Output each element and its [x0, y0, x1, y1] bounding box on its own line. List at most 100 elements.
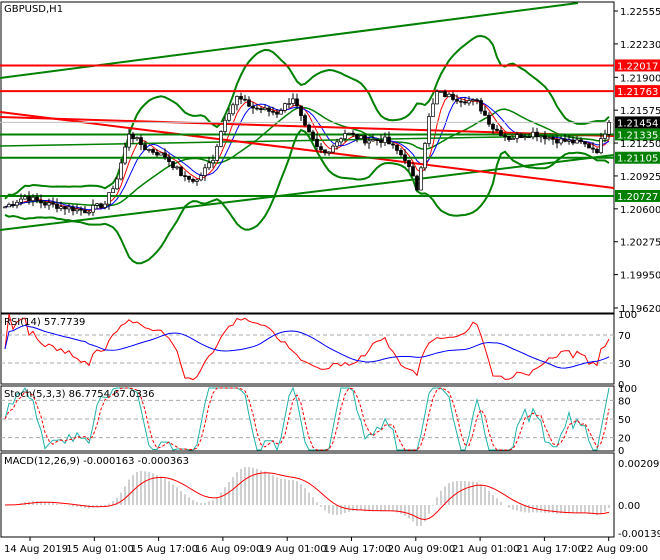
- candle-body: [387, 136, 391, 145]
- trading-chart[interactable]: 1.22017 1.21763 1.21454 1.21335 1.21105 1.207…: [0, 0, 660, 560]
- candle-body: [519, 134, 523, 139]
- candle-body: [223, 119, 227, 132]
- candle-body: [339, 138, 343, 143]
- candle-body: [459, 100, 463, 103]
- candle-body: [411, 166, 415, 177]
- candle-body: [579, 139, 583, 143]
- candle-body: [335, 141, 339, 147]
- candle-body: [263, 107, 267, 111]
- rsi-line: [4, 313, 610, 381]
- candle-body: [319, 146, 323, 151]
- candle-body: [283, 103, 287, 111]
- candle-body: [343, 133, 347, 140]
- candle-body: [171, 161, 175, 169]
- candle-body: [595, 148, 599, 154]
- candle-body: [415, 175, 419, 191]
- candle-body: [271, 110, 275, 113]
- candle-body: [427, 116, 431, 144]
- candle-body: [159, 152, 163, 156]
- candle-body: [267, 107, 271, 112]
- candle-body: [15, 201, 19, 206]
- candle-body: [539, 135, 543, 138]
- candle-body: [123, 146, 127, 164]
- time-label: 20 Aug 09:00: [388, 544, 455, 555]
- candle-body: [51, 202, 55, 205]
- chart-canvas[interactable]: 1.220171.217631.214541.213351.211051.207…: [0, 0, 660, 560]
- candle-body: [207, 162, 211, 169]
- candle-body: [515, 134, 519, 139]
- candle-body: [295, 98, 299, 107]
- price-tick-label: 1.22555: [620, 7, 660, 18]
- candle-body: [443, 91, 447, 97]
- rsi-tick: 70: [618, 331, 631, 342]
- candle-body: [451, 93, 455, 100]
- candle-body: [119, 162, 123, 180]
- candle-body: [3, 206, 7, 209]
- candle-body: [355, 133, 359, 139]
- candle-body: [219, 131, 223, 147]
- candle-body: [131, 133, 135, 140]
- candle-body: [47, 202, 51, 206]
- candle-body: [399, 150, 403, 156]
- candle-body: [327, 151, 331, 154]
- candle-body: [315, 138, 319, 147]
- candle-body: [583, 141, 587, 145]
- candle-body: [331, 145, 335, 153]
- stoch-label: Stoch(5,3,3) 86.7754 67.0336: [4, 389, 155, 400]
- candle-body: [407, 160, 411, 167]
- candle-body: [227, 113, 231, 121]
- candle-body: [603, 133, 607, 139]
- candle-body: [563, 138, 567, 142]
- candle-body: [103, 203, 107, 208]
- time-label: 16 Aug 09:00: [195, 544, 262, 555]
- candle-body: [19, 198, 23, 203]
- time-label: 19 Aug 01:00: [259, 544, 326, 555]
- macd-label: MACD(12,26,9) -0.000163 -0.000363: [4, 456, 189, 467]
- candle-body: [191, 178, 195, 182]
- candle-body: [175, 166, 179, 169]
- stoch-tick: 50: [618, 415, 631, 426]
- candle-body: [279, 110, 283, 115]
- time-label: 22 Aug 09:00: [581, 544, 648, 555]
- candle-body: [259, 108, 263, 111]
- candle-body: [79, 208, 83, 211]
- candle-body: [115, 178, 119, 190]
- candle-body: [455, 99, 459, 102]
- candle-body: [347, 132, 351, 135]
- time-label: 21 Aug 01:00: [452, 544, 519, 555]
- time-label: 14 Aug 2019: [4, 544, 68, 555]
- candle-body: [251, 105, 255, 109]
- candle-body: [543, 135, 547, 140]
- price-tick-label: 1.22230: [620, 40, 660, 51]
- candle-body: [599, 138, 603, 154]
- candle-body: [139, 137, 143, 146]
- rsi-label: RSI(14) 57.7739: [4, 317, 86, 328]
- candle-body: [507, 135, 511, 140]
- candle-body: [231, 104, 235, 115]
- candle-body: [55, 203, 59, 209]
- candle-body: [471, 99, 475, 102]
- candle-body: [203, 167, 207, 176]
- bollinger-upper: [4, 34, 610, 200]
- candle-body: [11, 204, 15, 206]
- price-tick-label: 1.21575: [620, 106, 660, 117]
- candle-body: [31, 196, 35, 202]
- candle-body: [179, 166, 183, 176]
- candle-body: [39, 200, 43, 204]
- stoch-tick: 0: [618, 446, 624, 457]
- candle-body: [311, 131, 315, 140]
- rsi-tick: 30: [618, 359, 631, 370]
- candle-body: [299, 105, 303, 116]
- candle-body: [307, 124, 311, 133]
- candle-body: [167, 156, 171, 162]
- price-tag-label: 1.21763: [617, 87, 658, 98]
- candle-body: [35, 196, 39, 201]
- candle-body: [591, 147, 595, 150]
- candle-body: [215, 146, 219, 161]
- rsi-tick: 100: [618, 310, 637, 321]
- candle-body: [143, 144, 147, 151]
- candle-body: [403, 154, 407, 161]
- candle-body: [59, 206, 63, 209]
- candle-body: [523, 136, 527, 139]
- candle-body: [371, 139, 375, 142]
